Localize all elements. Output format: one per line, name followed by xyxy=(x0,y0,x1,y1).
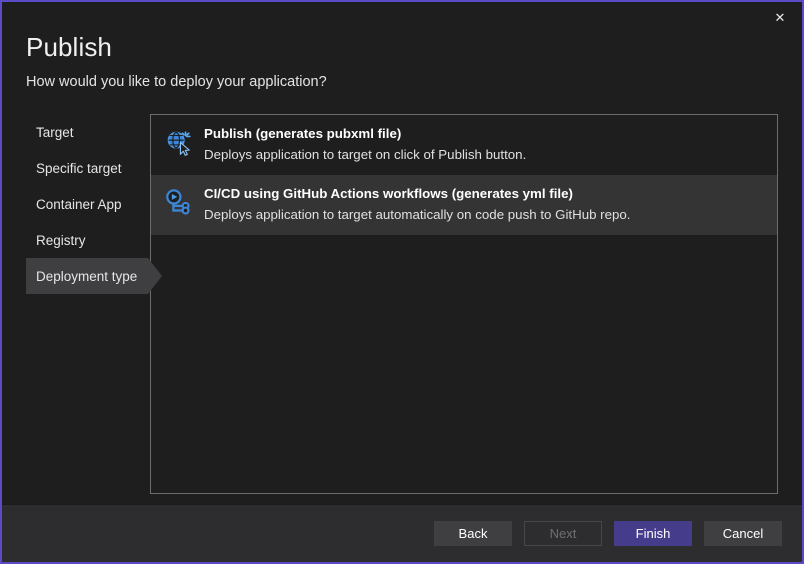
dialog-titlebar: ✕ xyxy=(2,2,802,32)
sidebar-item-label: Registry xyxy=(36,233,86,248)
option-title: CI/CD using GitHub Actions workflows (ge… xyxy=(204,185,765,203)
option-description: Deploys application to target on click o… xyxy=(204,145,765,164)
sidebar-item-label: Specific target xyxy=(36,161,122,176)
close-icon[interactable]: ✕ xyxy=(758,2,802,32)
page-title: Publish xyxy=(26,32,802,62)
sidebar-item-registry[interactable]: Registry xyxy=(26,222,148,258)
sidebar-item-deployment-type[interactable]: Deployment type xyxy=(26,258,148,294)
option-title: Publish (generates pubxml file) xyxy=(204,125,765,143)
option-text-block: CI/CD using GitHub Actions workflows (ge… xyxy=(204,185,765,224)
dialog-body: Target Specific target Container App Reg… xyxy=(2,92,802,504)
deployment-type-options-panel: Publish (generates pubxml file) Deploys … xyxy=(150,114,778,494)
next-button: Next xyxy=(524,521,602,546)
sidebar-item-target[interactable]: Target xyxy=(26,114,148,150)
sidebar-item-specific-target[interactable]: Specific target xyxy=(26,150,148,186)
dialog-footer: Back Next Finish Cancel xyxy=(2,504,802,562)
finish-button[interactable]: Finish xyxy=(614,521,692,546)
option-text-block: Publish (generates pubxml file) Deploys … xyxy=(204,125,765,164)
option-publish-pubxml[interactable]: Publish (generates pubxml file) Deploys … xyxy=(151,115,777,175)
wizard-steps-sidebar: Target Specific target Container App Reg… xyxy=(2,114,148,504)
back-button[interactable]: Back xyxy=(434,521,512,546)
page-subtitle: How would you like to deploy your applic… xyxy=(26,72,802,92)
cancel-button[interactable]: Cancel xyxy=(704,521,782,546)
publish-dialog: ✕ Publish How would you like to deploy y… xyxy=(0,0,804,564)
cicd-pipeline-icon xyxy=(163,187,195,219)
sidebar-item-label: Container App xyxy=(36,197,122,212)
sidebar-item-label: Target xyxy=(36,125,74,140)
sidebar-item-label: Deployment type xyxy=(36,269,137,284)
option-cicd-github-actions[interactable]: CI/CD using GitHub Actions workflows (ge… xyxy=(151,175,777,235)
option-description: Deploys application to target automatica… xyxy=(204,205,765,224)
globe-click-icon xyxy=(163,127,195,159)
sidebar-item-container-app[interactable]: Container App xyxy=(26,186,148,222)
dialog-header: Publish How would you like to deploy you… xyxy=(2,32,802,92)
